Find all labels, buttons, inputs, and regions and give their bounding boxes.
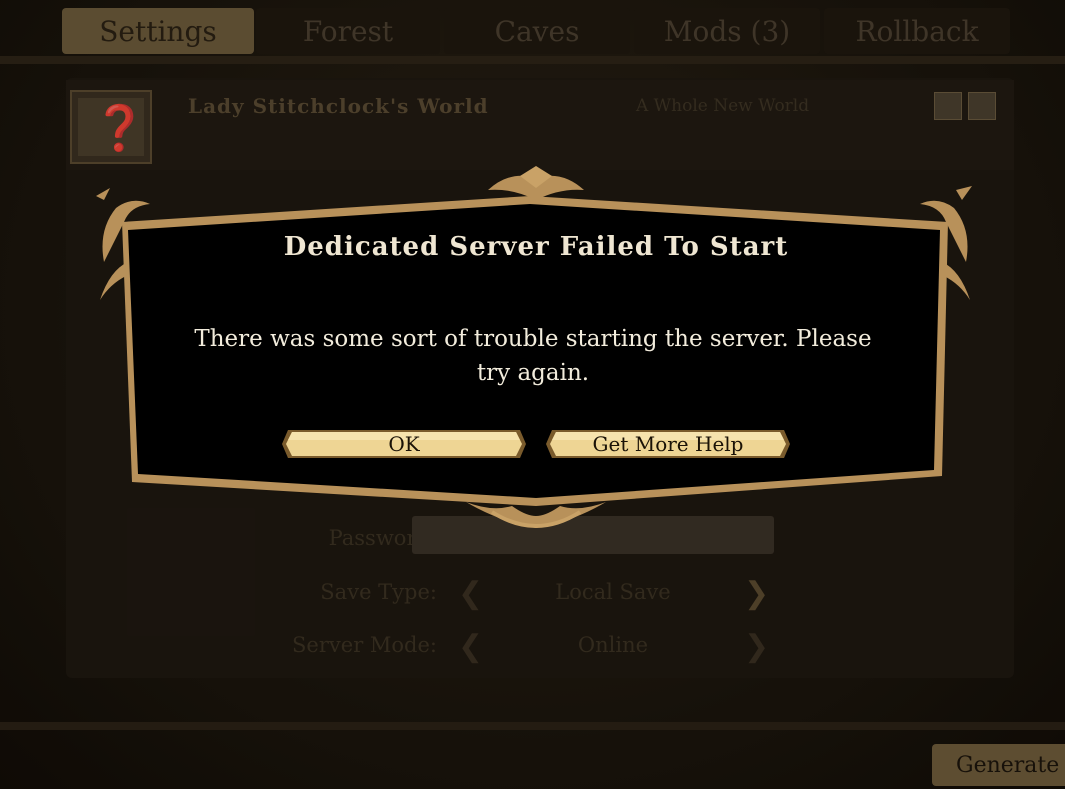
help-label: Get More Help	[592, 432, 744, 456]
get-more-help-button[interactable]: Get More Help	[546, 428, 790, 460]
ok-label: OK	[388, 432, 420, 456]
dialog-frame	[0, 0, 1065, 789]
dialog-message: There was some sort of trouble starting …	[194, 326, 872, 386]
ok-button[interactable]: OK	[282, 428, 526, 460]
dialog-title: Dedicated Server Failed To Start	[283, 232, 789, 262]
